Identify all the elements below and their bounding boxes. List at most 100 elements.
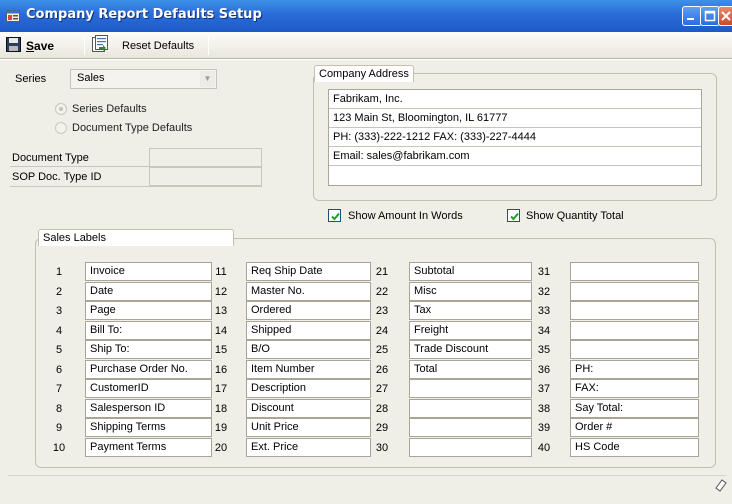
- label-number: 22: [375, 286, 389, 298]
- reset-defaults-icon: [90, 35, 110, 56]
- divider: [10, 166, 262, 167]
- sales-label-field[interactable]: CustomerID: [85, 379, 212, 398]
- sales-label-field[interactable]: Say Total:: [570, 399, 699, 418]
- label-number: 12: [214, 286, 228, 298]
- address-line-3[interactable]: PH: (333)-222-1212 FAX: (333)-227-4444: [329, 128, 701, 147]
- sales-label-field[interactable]: Ordered: [246, 301, 371, 320]
- sales-label-field[interactable]: Subtotal: [409, 262, 532, 281]
- status-divider: [8, 475, 726, 476]
- sales-label-field[interactable]: [409, 438, 532, 457]
- sales-label-field[interactable]: PH:: [570, 360, 699, 379]
- save-icon: [6, 36, 21, 55]
- series-defaults-label: Series Defaults: [72, 103, 147, 115]
- sales-label-field[interactable]: Trade Discount: [409, 340, 532, 359]
- label-number: 10: [52, 442, 66, 454]
- sales-label-field[interactable]: Master No.: [246, 282, 371, 301]
- sales-label-field[interactable]: Salesperson ID: [85, 399, 212, 418]
- address-line-5[interactable]: [329, 166, 701, 185]
- help-note-icon[interactable]: [714, 478, 728, 492]
- label-number: 3: [55, 305, 63, 317]
- label-number: 33: [537, 305, 551, 317]
- address-line-4[interactable]: Email: sales@fabrikam.com: [329, 147, 701, 166]
- sales-label-field[interactable]: [570, 282, 699, 301]
- label-number: 14: [214, 325, 228, 337]
- sop-doc-type-field: [149, 167, 262, 186]
- sales-labels-title: Sales Labels: [38, 229, 234, 246]
- sales-label-field[interactable]: Misc: [409, 282, 532, 301]
- label-number: 31: [537, 266, 551, 278]
- address-line-2[interactable]: 123 Main St, Bloomington, IL 61777: [329, 109, 701, 128]
- chevron-down-icon[interactable]: ▼: [200, 71, 215, 87]
- sales-label-field[interactable]: Payment Terms: [85, 438, 212, 457]
- series-label: Series: [15, 73, 47, 85]
- label-number: 8: [55, 403, 63, 415]
- sales-label-field[interactable]: [570, 262, 699, 281]
- toolbar: Save Reset Defaults: [0, 32, 732, 59]
- window-app-icon: [6, 9, 20, 23]
- sales-label-field[interactable]: Ship To:: [85, 340, 212, 359]
- label-number: 17: [214, 383, 228, 395]
- close-button[interactable]: [718, 6, 732, 26]
- sales-label-field[interactable]: [409, 379, 532, 398]
- label-number: 35: [537, 344, 551, 356]
- save-button[interactable]: Save: [6, 35, 54, 56]
- show-amount-in-words-checkbox[interactable]: [328, 209, 341, 222]
- sales-label-field[interactable]: [570, 301, 699, 320]
- sales-label-field[interactable]: Purchase Order No.: [85, 360, 212, 379]
- sales-label-field[interactable]: B/O: [246, 340, 371, 359]
- label-number: 4: [55, 325, 63, 337]
- label-number: 5: [55, 344, 63, 356]
- label-number: 38: [537, 403, 551, 415]
- series-value: Sales: [77, 72, 105, 84]
- sales-label-field[interactable]: Req Ship Date: [246, 262, 371, 281]
- sales-label-field[interactable]: Bill To:: [85, 321, 212, 340]
- reset-defaults-label: Reset Defaults: [122, 39, 195, 52]
- toolbar-separator: [84, 36, 85, 55]
- sales-label-field[interactable]: Discount: [246, 399, 371, 418]
- series-defaults-radio[interactable]: [55, 103, 67, 115]
- label-number: 13: [214, 305, 228, 317]
- label-number: 39: [537, 422, 551, 434]
- label-number: 11: [215, 266, 227, 278]
- sales-label-field[interactable]: HS Code: [570, 438, 699, 457]
- sales-label-field[interactable]: Total: [409, 360, 532, 379]
- show-quantity-total-checkbox[interactable]: [507, 209, 520, 222]
- company-address-title: Company Address: [314, 65, 414, 82]
- sales-label-field[interactable]: Freight: [409, 321, 532, 340]
- sales-label-field[interactable]: [409, 399, 532, 418]
- sales-label-field[interactable]: FAX:: [570, 379, 699, 398]
- sales-label-field[interactable]: [409, 418, 532, 437]
- maximize-button[interactable]: [700, 6, 720, 26]
- sales-label-field[interactable]: [570, 340, 699, 359]
- address-line-1[interactable]: Fabrikam, Inc.: [329, 90, 701, 109]
- document-type-defaults-label: Document Type Defaults: [72, 122, 193, 134]
- label-number: 21: [375, 266, 389, 278]
- sales-label-field[interactable]: Shipped: [246, 321, 371, 340]
- sales-label-field[interactable]: Page: [85, 301, 212, 320]
- sales-label-field[interactable]: Unit Price: [246, 418, 371, 437]
- sales-label-field[interactable]: Invoice: [85, 262, 212, 281]
- sales-label-field[interactable]: Tax: [409, 301, 532, 320]
- minimize-button[interactable]: [682, 6, 702, 26]
- sales-label-field[interactable]: Shipping Terms: [85, 418, 212, 437]
- label-number: 19: [214, 422, 228, 434]
- sales-label-field[interactable]: Date: [85, 282, 212, 301]
- sales-label-field[interactable]: Ext. Price: [246, 438, 371, 457]
- checkmark-icon: [331, 212, 340, 221]
- series-dropdown[interactable]: Sales ▼: [70, 69, 217, 89]
- label-number: 2: [55, 286, 63, 298]
- label-number: 6: [55, 364, 63, 376]
- show-quantity-total-label: Show Quantity Total: [526, 210, 624, 222]
- document-type-defaults-radio[interactable]: [55, 122, 67, 134]
- reset-defaults-button[interactable]: Reset Defaults: [90, 35, 194, 56]
- sales-label-field[interactable]: Description: [246, 379, 371, 398]
- sales-label-field[interactable]: [570, 321, 699, 340]
- sales-label-field[interactable]: Item Number: [246, 360, 371, 379]
- save-label: Save: [26, 38, 55, 53]
- label-number: 16: [214, 364, 228, 376]
- title-bar[interactable]: Company Report Defaults Setup: [0, 0, 732, 32]
- sales-label-field[interactable]: Order #: [570, 418, 699, 437]
- sop-doc-type-label: SOP Doc. Type ID: [12, 171, 102, 183]
- toolbar-separator: [208, 36, 209, 55]
- label-number: 30: [375, 442, 389, 454]
